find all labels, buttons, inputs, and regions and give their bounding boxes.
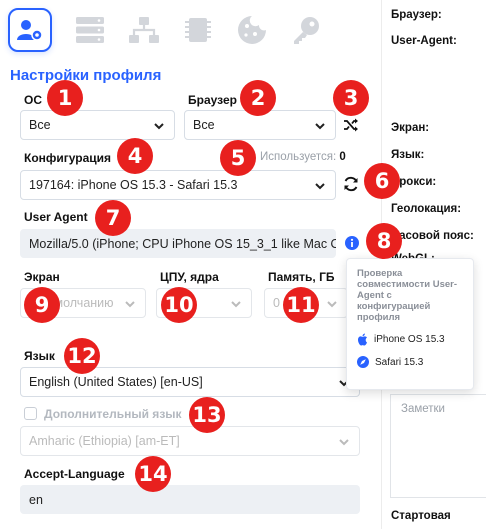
summary-screen-label: Экран: (391, 122, 430, 134)
shuffle-icon[interactable] (343, 118, 359, 132)
extra-language-checkbox[interactable] (24, 407, 37, 420)
apple-icon (358, 333, 367, 346)
cpu-label: ЦПУ, ядра (160, 270, 219, 284)
annotation-badge: 5 (220, 140, 256, 176)
annotation-badge: 8 (366, 223, 402, 259)
tab-keys[interactable] (284, 8, 328, 52)
annotation-badge: 13 (189, 397, 225, 433)
summary-browser-label: Браузер: (391, 9, 442, 21)
screen-label: Экран (24, 270, 60, 284)
summary-user-agent-label: User-Agent: (391, 35, 457, 47)
annotation-badge: 6 (364, 163, 400, 199)
summary-timezone-label: Часовой пояс: (391, 230, 474, 242)
config-used-count: 0 (339, 151, 346, 163)
os-select[interactable]: Все (20, 110, 175, 140)
ua-compatibility-tooltip: Проверка совместимости User-Agent с конф… (346, 258, 474, 390)
annotation-badge: 2 (240, 80, 276, 116)
chevron-down-icon (154, 123, 164, 130)
os-select-value: Все (29, 118, 51, 132)
language-select[interactable]: English (United States) [en-US] (20, 367, 360, 397)
config-label: Конфигурация (24, 151, 112, 165)
tooltip-browser-row: Safari 15.3 (357, 356, 463, 368)
notes-placeholder: Заметки (401, 403, 445, 415)
profile-tabs (8, 6, 378, 58)
chevron-down-icon (327, 301, 337, 308)
safari-icon (357, 356, 369, 368)
accept-language-field[interactable]: en (20, 485, 360, 514)
user-agent-field[interactable]: Mozilla/5.0 (iPhone; CPU iPhone OS 15_3_… (20, 229, 336, 258)
chevron-down-icon (315, 183, 325, 190)
browser-label: Браузер (188, 93, 237, 107)
accept-language-label: Accept-Language (24, 467, 125, 481)
tab-hardware[interactable] (176, 8, 220, 52)
chip-icon (185, 18, 211, 42)
chevron-down-icon (125, 301, 135, 308)
annotation-badge: 11 (283, 287, 319, 323)
tooltip-title: Проверка совместимости User-Agent с конф… (357, 268, 458, 323)
os-label: ОС (24, 93, 42, 107)
refresh-icon[interactable] (343, 176, 359, 192)
annotation-badge: 7 (95, 200, 131, 236)
user-gear-icon (17, 20, 43, 41)
language-select-value: English (United States) [en-US] (29, 375, 203, 389)
chevron-down-icon (315, 123, 325, 130)
annotation-badge: 10 (161, 287, 197, 323)
memory-select-value: 0 (273, 296, 280, 310)
chevron-down-icon (231, 301, 241, 308)
annotation-badge: 1 (47, 80, 83, 116)
config-select[interactable]: 197164: iPhone OS 15.3 - Safari 15.3 (20, 170, 336, 200)
config-select-value: 197164: iPhone OS 15.3 - Safari 15.3 (29, 178, 238, 192)
notes-textarea[interactable]: Заметки (390, 394, 486, 498)
annotation-badge: 4 (117, 138, 153, 174)
network-icon (129, 17, 159, 43)
config-used-text: Используется: 0 (260, 151, 346, 163)
info-icon[interactable] (345, 236, 359, 250)
memory-label: Память, ГБ (268, 270, 335, 284)
config-used-label: Используется: (260, 151, 337, 163)
summary-geolocation-label: Геолокация: (391, 203, 462, 215)
tab-cookies[interactable] (230, 8, 274, 52)
cookie-icon (238, 16, 266, 44)
page-title: Настройки профиля (10, 67, 162, 84)
tooltip-browser-text: Safari 15.3 (375, 356, 424, 368)
tooltip-os-text: iPhone OS 15.3 (374, 334, 445, 345)
annotation-badge: 3 (333, 80, 369, 116)
key-icon (294, 17, 319, 44)
server-icon (76, 17, 104, 43)
browser-select-value: Все (193, 118, 215, 132)
user-agent-label: User Agent (24, 210, 88, 224)
annotation-badge: 12 (64, 338, 100, 374)
tab-network[interactable] (122, 8, 166, 52)
extra-language-label: Дополнительный язык (44, 407, 182, 421)
annotation-badge: 14 (135, 456, 171, 492)
tab-profile[interactable] (8, 8, 52, 52)
tooltip-os-row: iPhone OS 15.3 (357, 333, 463, 346)
summary-language-label: Язык: (391, 149, 425, 161)
tab-servers[interactable] (68, 8, 112, 52)
language-label: Язык (24, 349, 55, 363)
extra-language-select-value: Amharic (Ethiopia) [am-ET] (29, 434, 180, 448)
summary-start-label: Стартовая (391, 510, 451, 522)
annotation-badge: 9 (24, 287, 60, 323)
extra-language-select[interactable]: Amharic (Ethiopia) [am-ET] (20, 426, 360, 456)
chevron-down-icon (339, 439, 349, 446)
